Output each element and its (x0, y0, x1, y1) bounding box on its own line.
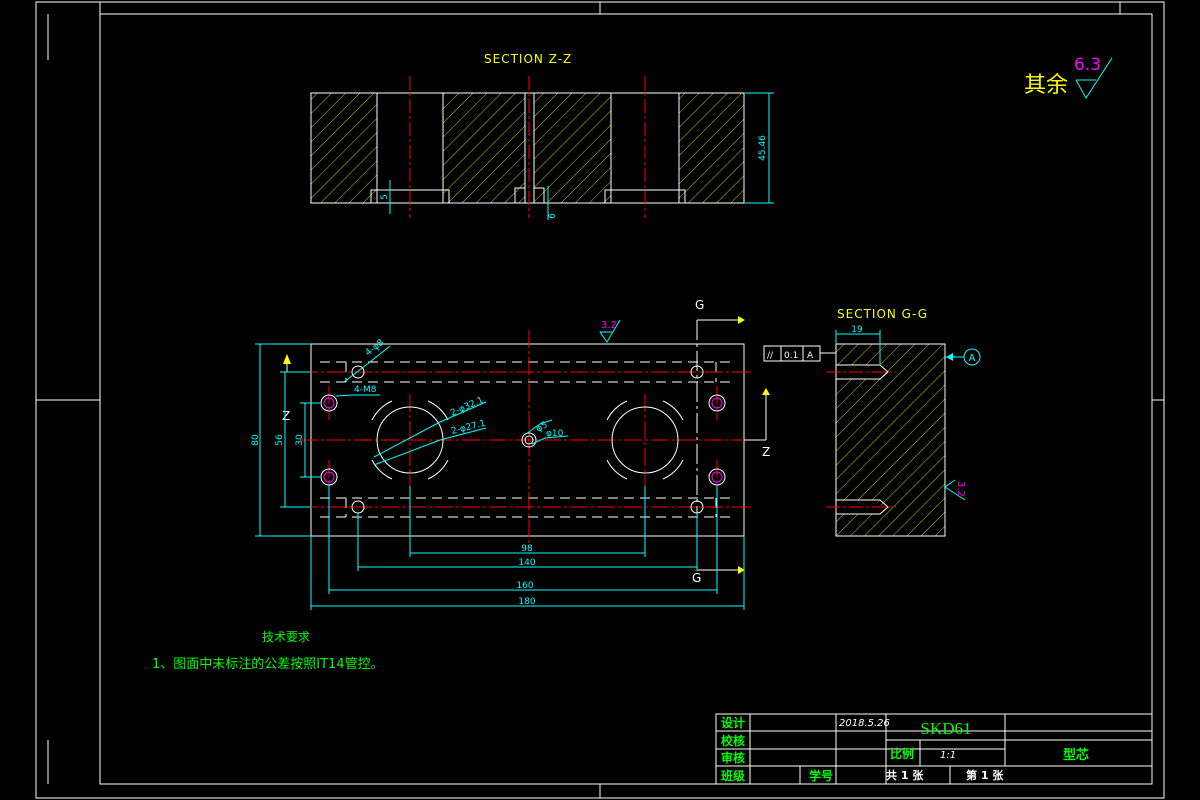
tb-part-name: 型芯 (1063, 747, 1089, 763)
datum-label: A (969, 353, 976, 364)
tb-scale-value: 1:1 (940, 750, 956, 761)
gg-dim-top: 19 (851, 325, 863, 335)
roughness-other-symbol: 其余 6.3 (1024, 55, 1113, 99)
roughness-other-value: 6.3 (1074, 55, 1101, 75)
notes-item-1: 1、图面中未标注的公差按照IT14管控。 (152, 656, 384, 672)
dim-w160: 160 (516, 581, 533, 591)
tb-label-class: 班级 (721, 768, 745, 783)
technical-notes: 技术要求 1、图面中未标注的公差按照IT14管控。 (152, 630, 384, 672)
tb-label-design: 设计 (721, 715, 745, 730)
section-gg-title: SECTION G-G (837, 307, 928, 321)
section-zz: SECTION Z-Z 45.46 5 6 (310, 52, 774, 220)
tolerance-datum: A (807, 351, 814, 361)
tb-material: SKD61 (920, 719, 971, 738)
tb-total-sheets: 共 1 张 (886, 768, 924, 782)
tb-label-scale: 比例 (890, 746, 914, 761)
cad-drawing-canvas: 其余 6.3 SECTION Z-Z 45.46 5 6 3.2 G G Z Z… (35, 1, 1165, 799)
dim-h30: 30 (295, 434, 305, 446)
callout-c4: 2-φ27.1 (450, 419, 486, 437)
dim-h56: 56 (275, 434, 285, 446)
dim-w98: 98 (521, 544, 533, 554)
tb-label-check: 校核 (721, 733, 745, 748)
callout-c2: 4-M8 (354, 385, 377, 395)
callout-c1: 4-φ8 (364, 338, 387, 359)
tb-date: 2018.5.26 (839, 718, 890, 729)
roughness-other-label: 其余 (1024, 73, 1068, 98)
plan-view: 3.2 G G Z Z 4-φ8 4-M8 2-φ32.1 2-φ27.1 φ5… (251, 298, 770, 610)
notes-heading: 技术要求 (262, 630, 310, 644)
zz-dim-small-b: 6 (548, 213, 558, 219)
section-zz-title: SECTION Z-Z (484, 52, 572, 66)
cut-label-g-top: G (695, 298, 704, 312)
cut-label-z-right: Z (762, 445, 770, 459)
zz-dim-small-a: 5 (380, 194, 390, 200)
zz-dim-height: 45.46 (758, 135, 768, 161)
dim-h80: 80 (251, 434, 261, 446)
tolerance-symbol: // (767, 351, 774, 361)
title-block: 设计 校核 审核 班级 学号 2018.5.26 SKD61 比例 1:1 型芯… (715, 713, 1153, 785)
tolerance-value: 0.1 (784, 351, 798, 361)
cut-label-g-bottom: G (692, 571, 701, 585)
cut-label-z-left: Z (282, 409, 290, 423)
tb-label-review: 审核 (721, 750, 745, 765)
dim-w140: 140 (518, 558, 535, 568)
tb-label-student-no: 学号 (809, 768, 833, 783)
section-gg: SECTION G-G 19 // 0.1 A A 3.2 (763, 307, 981, 537)
dim-w180: 180 (518, 597, 535, 607)
gg-roughness-side-value: 3.2 (955, 481, 966, 497)
tb-sheet-no: 第 1 张 (966, 768, 1004, 782)
callout-c6: φ10 (546, 429, 564, 439)
callout-c3: 2-φ32.1 (449, 395, 485, 418)
